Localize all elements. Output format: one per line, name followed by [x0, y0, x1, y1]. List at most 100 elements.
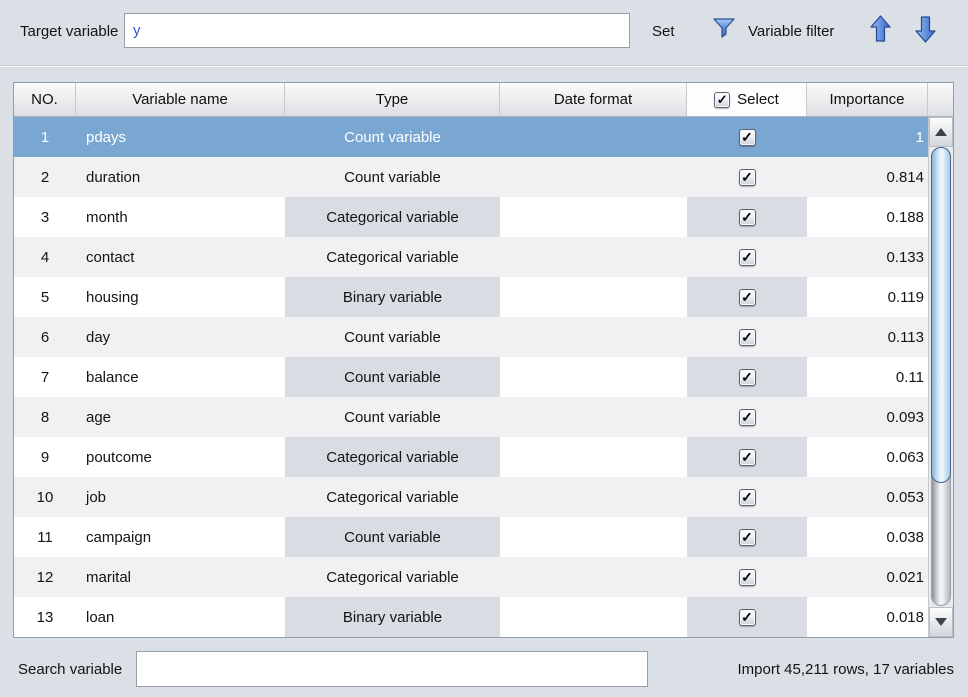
- row-checkbox-icon[interactable]: ✓: [739, 449, 756, 466]
- table-row[interactable]: 6 day Count variable ✓ 0.113: [14, 317, 928, 357]
- scrollbar-thumb[interactable]: [931, 147, 951, 483]
- importance-cell: 0.018: [807, 597, 928, 637]
- variable-name-cell: housing: [76, 277, 285, 317]
- row-checkbox-icon[interactable]: ✓: [739, 289, 756, 306]
- scroll-down-button[interactable]: [929, 607, 953, 637]
- importance-cell: 0.021: [807, 557, 928, 597]
- row-checkbox-icon[interactable]: ✓: [739, 129, 756, 146]
- select-cell: ✓: [687, 277, 807, 317]
- row-number-cell: 9: [14, 437, 76, 477]
- importance-cell: 0.11: [807, 357, 928, 397]
- variable-type-cell: Count variable: [285, 357, 500, 397]
- target-variable-input[interactable]: [124, 13, 630, 48]
- table-row[interactable]: 9 poutcome Categorical variable ✓ 0.063: [14, 437, 928, 477]
- variable-filter-label[interactable]: Variable filter: [748, 23, 834, 40]
- row-number-cell: 4: [14, 237, 76, 277]
- variable-type-cell: Categorical variable: [285, 557, 500, 597]
- row-checkbox-icon[interactable]: ✓: [739, 329, 756, 346]
- table-header: NO. Variable name Type Date format ✓ Sel…: [14, 83, 953, 117]
- select-cell: ✓: [687, 517, 807, 557]
- triangle-down-icon: [935, 618, 947, 626]
- vertical-scrollbar[interactable]: [928, 117, 953, 637]
- search-variable-label: Search variable: [18, 661, 122, 678]
- row-checkbox-icon[interactable]: ✓: [739, 169, 756, 186]
- variable-name-cell: balance: [76, 357, 285, 397]
- select-cell: ✓: [687, 197, 807, 237]
- variable-type-cell: Count variable: [285, 117, 500, 157]
- variable-type-cell: Binary variable: [285, 597, 500, 637]
- row-number-cell: 5: [14, 277, 76, 317]
- table-row[interactable]: 12 marital Categorical variable ✓ 0.021: [14, 557, 928, 597]
- scrollbar-track[interactable]: [929, 147, 953, 607]
- date-format-cell: [500, 357, 687, 397]
- table-row[interactable]: 1 pdays Count variable ✓ 1: [14, 117, 928, 157]
- table-row[interactable]: 7 balance Count variable ✓ 0.11: [14, 357, 928, 397]
- importance-cell: 0.113: [807, 317, 928, 357]
- row-number-cell: 8: [14, 397, 76, 437]
- select-all-checkbox-icon[interactable]: ✓: [714, 92, 730, 108]
- variable-name-cell: poutcome: [76, 437, 285, 477]
- table-row[interactable]: 3 month Categorical variable ✓ 0.188: [14, 197, 928, 237]
- date-format-cell: [500, 477, 687, 517]
- row-number-cell: 6: [14, 317, 76, 357]
- importance-cell: 0.188: [807, 197, 928, 237]
- header-variable-name[interactable]: Variable name: [76, 83, 285, 116]
- select-cell: ✓: [687, 117, 807, 157]
- row-number-cell: 13: [14, 597, 76, 637]
- header-type[interactable]: Type: [285, 83, 500, 116]
- triangle-up-icon: [935, 128, 947, 136]
- table-row[interactable]: 2 duration Count variable ✓ 0.814: [14, 157, 928, 197]
- row-number-cell: 10: [14, 477, 76, 517]
- table-body: 1 pdays Count variable ✓ 1 2 duration Co…: [14, 117, 953, 637]
- importance-cell: 0.038: [807, 517, 928, 557]
- row-checkbox-icon[interactable]: ✓: [739, 249, 756, 266]
- row-checkbox-icon[interactable]: ✓: [739, 489, 756, 506]
- variable-name-cell: marital: [76, 557, 285, 597]
- variable-filter-icon[interactable]: [712, 17, 736, 39]
- date-format-cell: [500, 197, 687, 237]
- select-cell: ✓: [687, 397, 807, 437]
- date-format-cell: [500, 317, 687, 357]
- variable-type-cell: Categorical variable: [285, 197, 500, 237]
- importance-cell: 0.053: [807, 477, 928, 517]
- table-row[interactable]: 4 contact Categorical variable ✓ 0.133: [14, 237, 928, 277]
- row-checkbox-icon[interactable]: ✓: [739, 409, 756, 426]
- set-button[interactable]: Set: [652, 23, 675, 40]
- importance-cell: 0.119: [807, 277, 928, 317]
- date-format-cell: [500, 517, 687, 557]
- importance-cell: 0.063: [807, 437, 928, 477]
- row-number-cell: 1: [14, 117, 76, 157]
- row-checkbox-icon[interactable]: ✓: [739, 529, 756, 546]
- date-format-cell: [500, 277, 687, 317]
- scroll-up-button[interactable]: [929, 117, 953, 147]
- date-format-cell: [500, 237, 687, 277]
- table-row[interactable]: 13 loan Binary variable ✓ 0.018: [14, 597, 928, 637]
- date-format-cell: [500, 437, 687, 477]
- move-up-icon[interactable]: [869, 15, 892, 43]
- select-cell: ✓: [687, 557, 807, 597]
- row-checkbox-icon[interactable]: ✓: [739, 569, 756, 586]
- variable-type-cell: Count variable: [285, 517, 500, 557]
- variable-type-cell: Binary variable: [285, 277, 500, 317]
- table-row[interactable]: 5 housing Binary variable ✓ 0.119: [14, 277, 928, 317]
- select-cell: ✓: [687, 317, 807, 357]
- target-variable-label: Target variable: [20, 23, 118, 40]
- table-row[interactable]: 10 job Categorical variable ✓ 0.053: [14, 477, 928, 517]
- row-number-cell: 2: [14, 157, 76, 197]
- table-row[interactable]: 11 campaign Count variable ✓ 0.038: [14, 517, 928, 557]
- topbar-separator: [0, 65, 968, 67]
- search-variable-input[interactable]: [136, 651, 648, 687]
- header-no[interactable]: NO.: [14, 83, 76, 116]
- importance-cell: 0.133: [807, 237, 928, 277]
- table-row[interactable]: 8 age Count variable ✓ 0.093: [14, 397, 928, 437]
- header-select[interactable]: ✓ Select: [687, 83, 807, 116]
- header-importance[interactable]: Importance: [807, 83, 928, 116]
- row-checkbox-icon[interactable]: ✓: [739, 209, 756, 226]
- move-down-icon[interactable]: [914, 15, 937, 43]
- row-checkbox-icon[interactable]: ✓: [739, 609, 756, 626]
- header-date-format[interactable]: Date format: [500, 83, 687, 116]
- header-scroll-spacer: [928, 83, 953, 116]
- importance-cell: 0.814: [807, 157, 928, 197]
- select-cell: ✓: [687, 157, 807, 197]
- row-checkbox-icon[interactable]: ✓: [739, 369, 756, 386]
